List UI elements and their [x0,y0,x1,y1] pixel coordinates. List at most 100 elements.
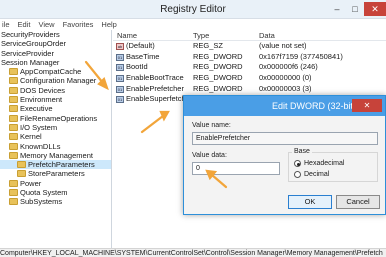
tree-item[interactable]: ServiceProvider [0,49,111,58]
value-name: EnableSuperfetch [126,94,186,104]
tree-item[interactable]: FileRenameOperations [0,114,111,123]
base-label: Base [292,148,312,155]
column-data-header[interactable]: Data [255,30,386,40]
tree-item-label: Power [20,178,42,188]
tree-item[interactable]: Memory Management [0,151,111,160]
value-row[interactable]: 01 EnableBootTrace REG_DWORD 0x00000000 (0) [113,73,386,84]
ok-button[interactable]: OK [288,195,332,209]
dword-value-icon: 01 [116,96,124,104]
value-row[interactable]: 01 EnablePrefetcher REG_DWORD 0x00000003 (3… [113,84,386,95]
close-button[interactable]: ✕ [364,2,386,16]
folder-icon [9,133,18,141]
folder-icon [9,142,18,150]
tree-item-label: AppCompatCache [20,67,82,77]
status-bar: Computer\HKEY_LOCAL_MACHINE\SYSTEM\Curre… [0,248,386,257]
folder-icon [17,161,26,169]
decimal-radio[interactable]: Decimal [294,171,329,178]
value-data: 0x00000000 (0) [259,73,312,83]
tree-item-label: FileRenameOperations [20,113,98,123]
tree-item-label: Environment [20,95,63,105]
tree-item[interactable]: PrefetchParameters [0,160,111,170]
value-name: (Default) [126,41,155,50]
value-type: REG_DWORD [193,51,243,61]
dword-value-icon: 01 [116,53,124,61]
dialog-title-bar: Edit DWORD (32-bit) Value ✕ [184,96,385,116]
hexadecimal-radio[interactable]: Hexadecimal [294,160,344,167]
menu-file[interactable]: ile [2,19,10,30]
title-bar: Registry Editor – □ ✕ [0,0,386,19]
registry-tree[interactable]: SecurityProviders ServiceGroupOrder Servic… [0,30,112,248]
value-type: REG_DWORD [193,62,243,72]
folder-icon [9,96,18,104]
dword-value-icon: 01 [116,85,124,93]
tree-item[interactable]: Session Manager [0,58,111,67]
tree-item[interactable]: DOS Devices [0,86,111,95]
tree-item[interactable]: ServiceGroupOrder [0,39,111,48]
column-name-header[interactable]: Name [113,30,189,40]
tree-item[interactable]: Quota System [0,188,111,197]
folder-icon [9,114,18,122]
value-name: BootId [126,62,148,72]
folder-icon [9,179,18,187]
tree-item[interactable]: StoreParameters [0,169,111,178]
value-data: 0x000000f6 (246) [259,62,318,72]
maximize-button[interactable]: □ [346,2,364,16]
menu-bar: ile Edit View Favorites Help [0,19,386,30]
folder-icon [9,189,18,197]
value-row[interactable]: ab (Default) REG_SZ (value not set) [113,41,386,52]
tree-item-label: DOS Devices [20,85,66,95]
hexadecimal-label: Hexadecimal [304,160,345,167]
value-data-field[interactable]: 0 [192,162,280,175]
tree-item[interactable]: Environment [0,95,111,104]
tree-item-label: Executive [20,104,53,114]
dialog-close-button[interactable]: ✕ [352,99,382,112]
tree-item[interactable]: SecurityProviders [0,30,111,39]
tree-item[interactable]: KnownDLLs [0,142,111,151]
menu-help[interactable]: Help [101,19,116,30]
folder-icon [9,123,18,131]
tree-item-label: ServiceGroupOrder [1,39,67,49]
value-data-label: Value data: [192,152,227,159]
value-name: BaseTime [126,51,160,61]
dword-value-icon: 01 [116,64,124,72]
tree-item[interactable]: Configuration Manager [0,76,111,85]
value-name-field[interactable]: EnablePrefetcher [192,132,378,145]
tree-item[interactable]: AppCompatCache [0,67,111,76]
folder-icon [9,86,18,94]
folder-icon [9,151,18,159]
value-name-label: Value name: [192,122,231,129]
value-name: EnableBootTrace [126,73,184,83]
tree-item[interactable]: Kernel [0,132,111,141]
column-type-header[interactable]: Type [189,30,255,40]
tree-item-label: I/O System [20,122,58,132]
value-type: REG_DWORD [193,83,243,93]
tree-item-label: Configuration Manager [20,76,97,86]
value-type: REG_SZ [193,41,224,50]
minimize-button[interactable]: – [328,2,346,16]
list-header: Name Type Data [113,30,386,41]
value-data: 0x167f7159 (377450841) [259,51,343,61]
cancel-button[interactable]: Cancel [336,195,380,209]
value-row[interactable]: 01 BootId REG_DWORD 0x000000f6 (246) [113,62,386,73]
value-data: 0x00000003 (3) [259,83,312,93]
menu-favorites[interactable]: Favorites [63,19,94,30]
value-name: EnablePrefetcher [126,83,184,93]
tree-item[interactable]: Power [0,179,111,188]
tree-item-label: Session Manager [1,57,60,67]
tree-item[interactable]: SubSystems [0,197,111,206]
tree-item[interactable]: Executive [0,104,111,113]
tree-item-label: SecurityProviders [1,30,60,39]
tree-item[interactable]: I/O System [0,123,111,132]
value-row[interactable]: 01 BaseTime REG_DWORD 0x167f7159 (377450841… [113,52,386,63]
string-value-icon: ab [116,42,124,50]
radio-selected-icon [294,160,301,167]
menu-view[interactable]: View [38,19,54,30]
value-type: REG_DWORD [193,73,243,83]
value-data: (value not set) [259,41,307,50]
folder-icon [9,105,18,113]
menu-edit[interactable]: Edit [18,19,31,30]
folder-icon [9,77,18,85]
edit-dword-dialog: Edit DWORD (32-bit) Value ✕ Value name: … [183,95,386,215]
tree-item-label: Quota System [20,188,68,198]
folder-icon [17,170,26,178]
